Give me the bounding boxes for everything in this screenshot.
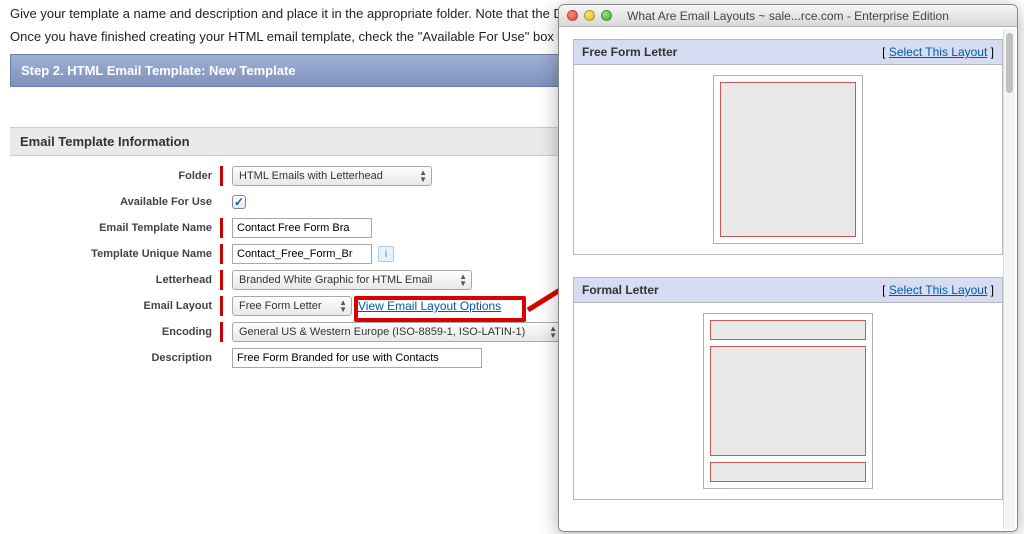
layout-name: Free Form Letter — [582, 45, 677, 59]
folder-select[interactable]: HTML Emails with Letterhead ▲▼ — [232, 166, 432, 186]
select-layout-link[interactable]: Select This Layout — [889, 283, 988, 297]
minimize-window-icon[interactable] — [584, 10, 595, 21]
required-indicator — [220, 296, 223, 316]
popup-title: What Are Email Layouts ~ sale...rce.com … — [559, 9, 1017, 23]
info-button[interactable]: i — [378, 246, 394, 262]
view-layout-link[interactable]: View Email Layout Options — [358, 299, 501, 313]
select-layout-link[interactable]: Select This Layout — [889, 45, 988, 59]
label-folder: Folder — [10, 170, 220, 182]
available-checkbox[interactable]: ✓ — [232, 195, 246, 209]
preview-block — [720, 82, 856, 237]
preview-block — [710, 320, 866, 340]
layout-preview — [574, 65, 1002, 254]
select-layout-wrap: [ Select This Layout ] — [882, 45, 994, 59]
select-layout-wrap: [ Select This Layout ] — [882, 283, 994, 297]
label-description: Description — [10, 352, 220, 364]
checkmark-icon: ✓ — [234, 195, 244, 209]
layout-preview — [574, 303, 1002, 499]
layout-popup-window: What Are Email Layouts ~ sale...rce.com … — [558, 4, 1018, 532]
layout-option: Formal Letter [ Select This Layout ] — [573, 277, 1003, 500]
encoding-select[interactable]: General US & Western Europe (ISO-8859-1,… — [232, 322, 562, 342]
label-letterhead: Letterhead — [10, 274, 220, 286]
label-available: Available For Use — [10, 196, 220, 208]
email-layout-value: Free Form Letter — [239, 300, 322, 312]
required-indicator — [220, 270, 223, 290]
required-indicator — [220, 218, 223, 238]
popup-titlebar[interactable]: What Are Email Layouts ~ sale...rce.com … — [559, 5, 1017, 27]
popup-body: Free Form Letter [ Select This Layout ] … — [559, 27, 1017, 531]
unique-name-input[interactable] — [232, 244, 372, 264]
select-arrows-icon: ▲▼ — [419, 169, 427, 183]
email-layout-select[interactable]: Free Form Letter ▲▼ — [232, 296, 352, 316]
required-indicator — [220, 244, 223, 264]
select-arrows-icon: ▲▼ — [339, 299, 347, 313]
preview-block — [710, 462, 866, 482]
select-arrows-icon: ▲▼ — [549, 325, 557, 339]
label-template-name: Email Template Name — [10, 222, 220, 234]
label-unique-name: Template Unique Name — [10, 248, 220, 260]
layout-option: Free Form Letter [ Select This Layout ] — [573, 39, 1003, 255]
letterhead-select[interactable]: Branded White Graphic for HTML Email ▲▼ — [232, 270, 472, 290]
description-input[interactable] — [232, 348, 482, 368]
label-encoding: Encoding — [10, 326, 220, 338]
close-window-icon[interactable] — [567, 10, 578, 21]
scrollbar[interactable] — [1003, 29, 1015, 529]
zoom-window-icon[interactable] — [601, 10, 612, 21]
required-indicator — [220, 166, 223, 186]
preview-block — [710, 346, 866, 456]
scrollbar-thumb[interactable] — [1006, 33, 1013, 93]
folder-select-value: HTML Emails with Letterhead — [239, 170, 383, 182]
select-arrows-icon: ▲▼ — [459, 273, 467, 287]
layout-name: Formal Letter — [582, 283, 659, 297]
label-email-layout: Email Layout — [10, 300, 220, 312]
encoding-value: General US & Western Europe (ISO-8859-1,… — [239, 326, 525, 338]
letterhead-select-value: Branded White Graphic for HTML Email — [239, 274, 432, 286]
required-indicator — [220, 322, 223, 342]
template-name-input[interactable] — [232, 218, 372, 238]
